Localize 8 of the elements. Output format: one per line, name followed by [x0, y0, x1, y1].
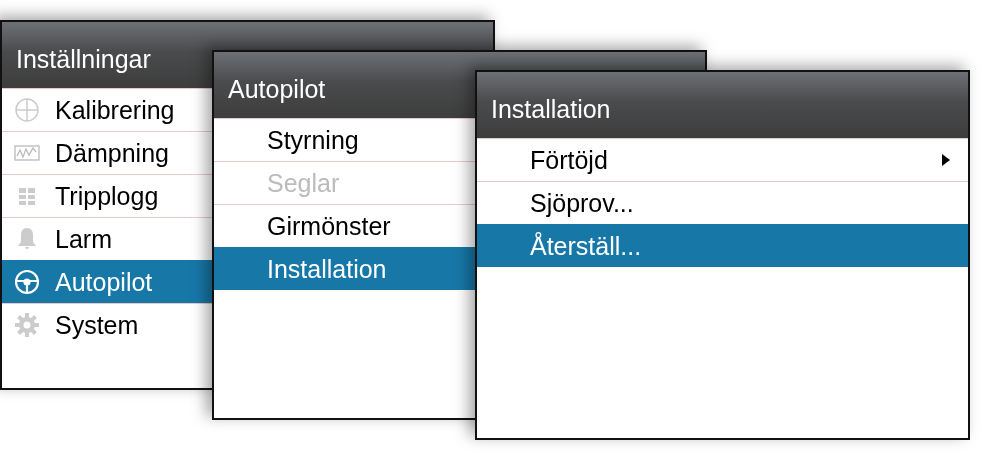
- gear-icon: [14, 312, 40, 338]
- menu-item[interactable]: Förtöjd: [477, 138, 968, 181]
- menu-item[interactable]: Återställ...: [477, 224, 968, 267]
- window-title: Autopilot: [228, 74, 326, 104]
- compass-icon: [14, 97, 40, 123]
- steering-wheel-icon: [14, 269, 40, 295]
- window-title: Inställningar: [16, 44, 151, 74]
- submenu-arrow-icon: [942, 154, 950, 166]
